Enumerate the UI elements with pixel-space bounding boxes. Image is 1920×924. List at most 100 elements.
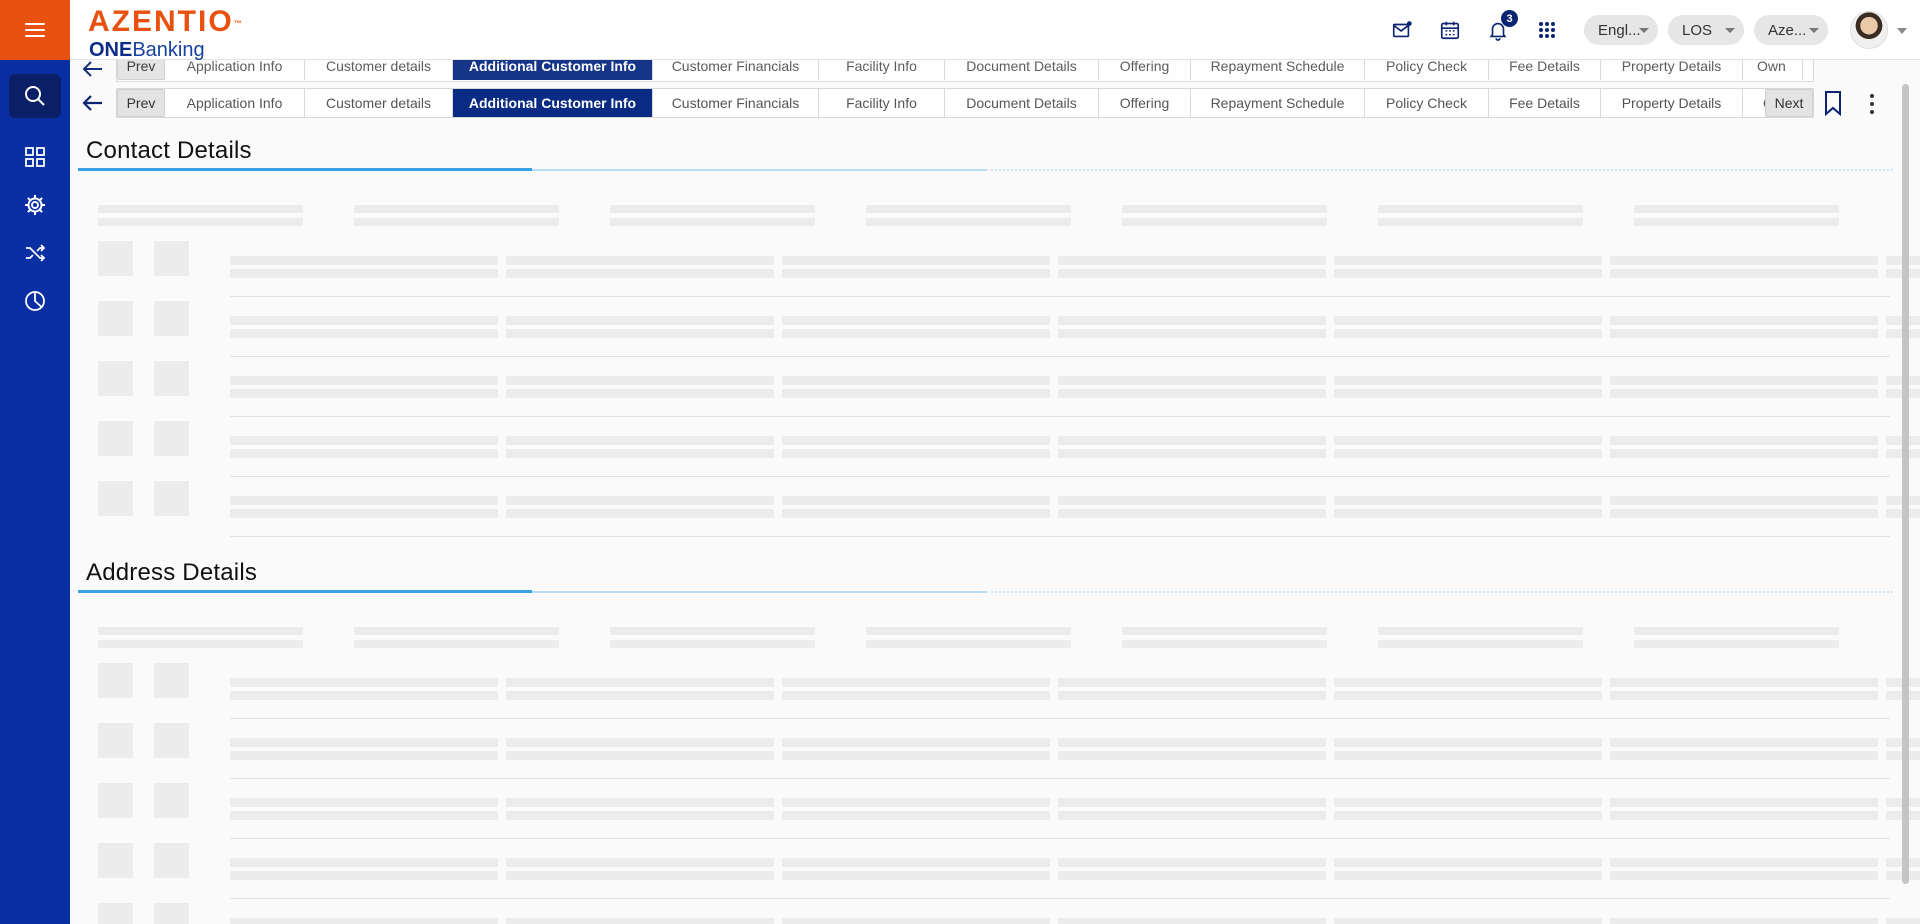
skeleton-cell-bar <box>1610 751 1878 760</box>
user-avatar[interactable] <box>1850 11 1888 49</box>
skeleton-cell-bar <box>1610 436 1878 445</box>
skeleton-cell-bar <box>1058 798 1326 807</box>
skeleton-header-bar <box>1378 218 1583 226</box>
tab-repayment-schedule[interactable]: Repayment Schedule <box>1191 89 1365 117</box>
entity-select[interactable]: Aze... <box>1754 15 1828 45</box>
skeleton-header-bar <box>98 218 303 226</box>
chevron-down-icon <box>1639 28 1649 33</box>
left-sidebar <box>0 60 70 924</box>
skeleton-cell-bar <box>782 751 1050 760</box>
ghost-tab: Property Details <box>1601 60 1743 80</box>
skeleton-cell-bar <box>1058 858 1326 867</box>
skeleton-cell-bar <box>1610 496 1878 505</box>
skeleton-cell-bar <box>782 329 1050 338</box>
skeleton-cell-bar <box>1058 256 1326 265</box>
skeleton-cell-bar <box>230 678 498 687</box>
skeleton-header-bar <box>1122 640 1327 648</box>
sidebar-settings-button[interactable] <box>9 183 61 227</box>
skeleton-checkbox <box>154 903 189 924</box>
mail-icon[interactable] <box>1388 16 1416 44</box>
skeleton-cell-bar <box>506 496 774 505</box>
tab-fee-details[interactable]: Fee Details <box>1489 89 1601 117</box>
next-tab-button[interactable]: Next <box>1765 89 1813 117</box>
tab-customer-details[interactable]: Customer details <box>305 89 453 117</box>
skeleton-cell-bar <box>1058 269 1326 278</box>
skeleton-cell-bar <box>1886 918 1920 924</box>
skeleton-cell-bar <box>1058 751 1326 760</box>
skeleton-cell-bar <box>1058 738 1326 747</box>
skeleton-cell-bar <box>230 436 498 445</box>
skeleton-checkbox <box>154 481 189 516</box>
skeleton-cell-bar <box>1058 918 1326 924</box>
skeleton-checkbox <box>154 361 189 396</box>
tab-offering[interactable]: Offering <box>1099 89 1191 117</box>
skeleton-cell-bar <box>506 269 774 278</box>
skeleton-cell-bar <box>1334 918 1602 924</box>
calendar-icon[interactable] <box>1436 16 1464 44</box>
skeleton-cell-bar <box>782 678 1050 687</box>
tab-document-details[interactable]: Document Details <box>945 89 1099 117</box>
skeleton-cell-bar <box>1610 376 1878 385</box>
tab-additional-customer-info[interactable]: Additional Customer Info <box>453 89 653 117</box>
skeleton-header-bar <box>1122 205 1327 213</box>
settings-gear-icon <box>25 195 45 215</box>
tab-policy-check[interactable]: Policy Check <box>1365 89 1489 117</box>
avatar-chevron-down-icon[interactable] <box>1897 28 1907 34</box>
skeleton-row-divider <box>230 718 1890 719</box>
module-select[interactable]: LOS <box>1668 15 1744 45</box>
sidebar-dashboard-button[interactable] <box>9 135 61 179</box>
skeleton-checkbox <box>154 783 189 818</box>
section-divider <box>78 590 1893 593</box>
bookmark-icon[interactable] <box>1822 90 1844 116</box>
skeleton-row-divider <box>230 778 1890 779</box>
tab-facility-info[interactable]: Facility Info <box>819 89 945 117</box>
vertical-scrollbar[interactable] <box>1902 84 1909 884</box>
main-content: Prev Application Info Customer details A… <box>70 60 1920 924</box>
ghost-tab: Repayment Schedule <box>1191 60 1365 80</box>
skeleton-checkbox <box>98 481 133 516</box>
language-select[interactable]: Engl... <box>1584 15 1658 45</box>
pie-chart-icon <box>25 291 45 311</box>
skeleton-checkbox <box>98 241 133 276</box>
skeleton-cell-bar <box>1058 871 1326 880</box>
tab-customer-financials[interactable]: Customer Financials <box>653 89 819 117</box>
skeleton-header-bar <box>610 218 815 226</box>
skeleton-checkbox <box>154 663 189 698</box>
skeleton-row-divider <box>230 416 1890 417</box>
skeleton-cell-bar <box>1610 389 1878 398</box>
tab-property-details[interactable]: Property Details <box>1601 89 1743 117</box>
skeleton-cell-bar <box>230 269 498 278</box>
skeleton-cell-bar <box>1058 329 1326 338</box>
back-arrow-icon[interactable] <box>80 92 106 114</box>
ghost-tab: Customer Financials <box>653 60 819 80</box>
skeleton-cell-bar <box>1334 858 1602 867</box>
ghost-tab: Policy Check <box>1365 60 1489 80</box>
ghost-tab: Additional Customer Info <box>453 60 653 80</box>
skeleton-cell-bar <box>230 918 498 924</box>
notification-bell-icon[interactable]: 3 <box>1484 10 1518 44</box>
skeleton-checkbox <box>98 723 133 758</box>
sidebar-reports-button[interactable] <box>9 279 61 323</box>
app-logo[interactable]: AZENTIO™ ONEBanking <box>88 6 242 62</box>
skeleton-cell-bar <box>1334 678 1602 687</box>
ghost-tab: Facility Info <box>819 60 945 80</box>
skeleton-cell-bar <box>230 691 498 700</box>
skeleton-cell-bar <box>1058 449 1326 458</box>
tab-application-info[interactable]: Application Info <box>165 89 305 117</box>
prev-tab-button[interactable]: Prev <box>117 89 165 117</box>
skeleton-cell-bar <box>506 871 774 880</box>
skeleton-header-bar <box>866 205 1071 213</box>
menu-toggle-button[interactable] <box>0 0 70 60</box>
more-options-icon[interactable] <box>1866 92 1878 116</box>
apps-grid-icon[interactable] <box>1533 16 1561 44</box>
skeleton-cell-bar <box>230 256 498 265</box>
skeleton-cell-bar <box>782 389 1050 398</box>
skeleton-header-bar <box>1634 205 1839 213</box>
skeleton-header-bar <box>1378 627 1583 635</box>
skeleton-cell-bar <box>506 918 774 924</box>
skeleton-cell-bar <box>1610 858 1878 867</box>
sidebar-shuffle-button[interactable] <box>9 231 61 275</box>
sidebar-search-button[interactable] <box>9 74 61 118</box>
step-tabs: Prev Application Info Customer details A… <box>116 88 1814 118</box>
sticky-tab-bar-shadow: Prev Application Info Customer details A… <box>70 60 1920 82</box>
